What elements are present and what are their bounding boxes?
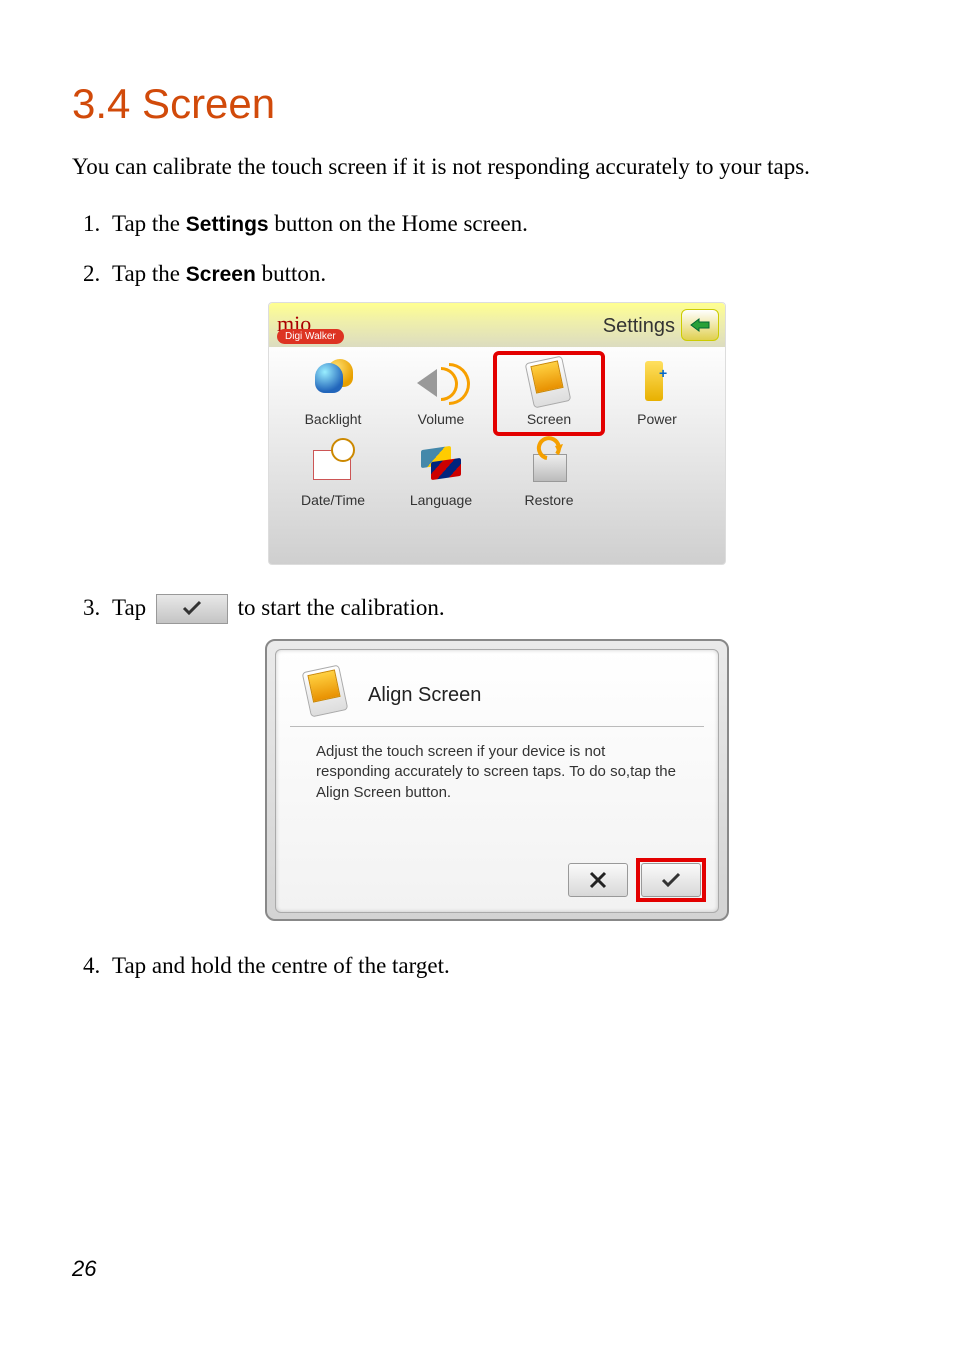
align-screen-screenshot: Align Screen Adjust the touch screen if … (265, 639, 729, 921)
intro-text: You can calibrate the touch screen if it… (72, 150, 882, 185)
step-2-text-a: Tap the (112, 261, 186, 286)
step-3-text-b: to start the calibration. (238, 595, 445, 620)
step-1: Tap the Settings button on the Home scre… (106, 207, 882, 242)
align-screen-panel: Align Screen Adjust the touch screen if … (275, 649, 719, 913)
step-1-button-name: Settings (186, 213, 269, 236)
settings-item-datetime[interactable]: Date/Time (279, 434, 387, 515)
step-1-text-a: Tap the (112, 211, 186, 236)
align-screen-description: Adjust the touch screen if your device i… (316, 742, 678, 803)
restore-icon (521, 438, 577, 486)
settings-screenshot: mio Digi Walker Settings Backlight (268, 302, 726, 565)
divider (290, 726, 704, 727)
align-screen-buttons (568, 858, 706, 902)
settings-item-screen[interactable]: Screen (495, 353, 603, 434)
settings-item-restore[interactable]: Restore (495, 434, 603, 515)
settings-item-label: Volume (387, 409, 495, 430)
language-icon (413, 438, 469, 486)
step-1-text-c: button on the Home screen. (269, 211, 528, 236)
settings-item-label: Language (387, 490, 495, 511)
settings-icons-grid: Backlight Volume Screen + Power (269, 347, 725, 523)
settings-titlebar: mio Digi Walker Settings (269, 303, 725, 347)
page-number: 26 (72, 1256, 96, 1282)
backlight-icon (305, 357, 361, 405)
inline-check-button[interactable] (156, 594, 228, 624)
step-2-text-c: button. (256, 261, 326, 286)
digiwalker-badge: Digi Walker (277, 329, 344, 344)
settings-item-language[interactable]: Language (387, 434, 495, 515)
settings-item-label: Backlight (279, 409, 387, 430)
step-4: Tap and hold the centre of the target. (106, 949, 882, 984)
settings-item-label: Power (603, 409, 711, 430)
cancel-button[interactable] (568, 863, 628, 897)
check-icon (660, 872, 682, 888)
settings-item-power[interactable]: + Power (603, 353, 711, 434)
confirm-button[interactable] (641, 863, 701, 897)
align-screen-icon (298, 666, 354, 722)
step-3-text-a: Tap (112, 595, 152, 620)
steps-list: Tap the Settings button on the Home scre… (72, 207, 882, 984)
step-2: Tap the Screen button. mio Digi Walker S… (106, 257, 882, 565)
confirm-button-highlight (636, 858, 706, 902)
step-3: Tap to start the calibration. Align Scre… (106, 591, 882, 922)
back-arrow-icon (689, 317, 711, 333)
settings-item-label: Date/Time (279, 490, 387, 511)
check-icon (181, 596, 203, 622)
step-4-text: Tap and hold the centre of the target. (112, 953, 450, 978)
volume-icon (413, 357, 469, 405)
settings-item-label: Restore (495, 490, 603, 511)
settings-item-volume[interactable]: Volume (387, 353, 495, 434)
step-2-button-name: Screen (186, 263, 256, 286)
settings-item-label: Screen (495, 409, 603, 430)
section-heading: 3.4 Screen (72, 80, 882, 128)
align-screen-title: Align Screen (368, 680, 481, 710)
datetime-icon (305, 438, 361, 486)
screen-icon (521, 357, 577, 405)
power-icon: + (629, 357, 685, 405)
settings-title: Settings (603, 311, 675, 341)
back-button[interactable] (681, 309, 719, 341)
settings-item-backlight[interactable]: Backlight (279, 353, 387, 434)
close-icon (588, 871, 608, 889)
